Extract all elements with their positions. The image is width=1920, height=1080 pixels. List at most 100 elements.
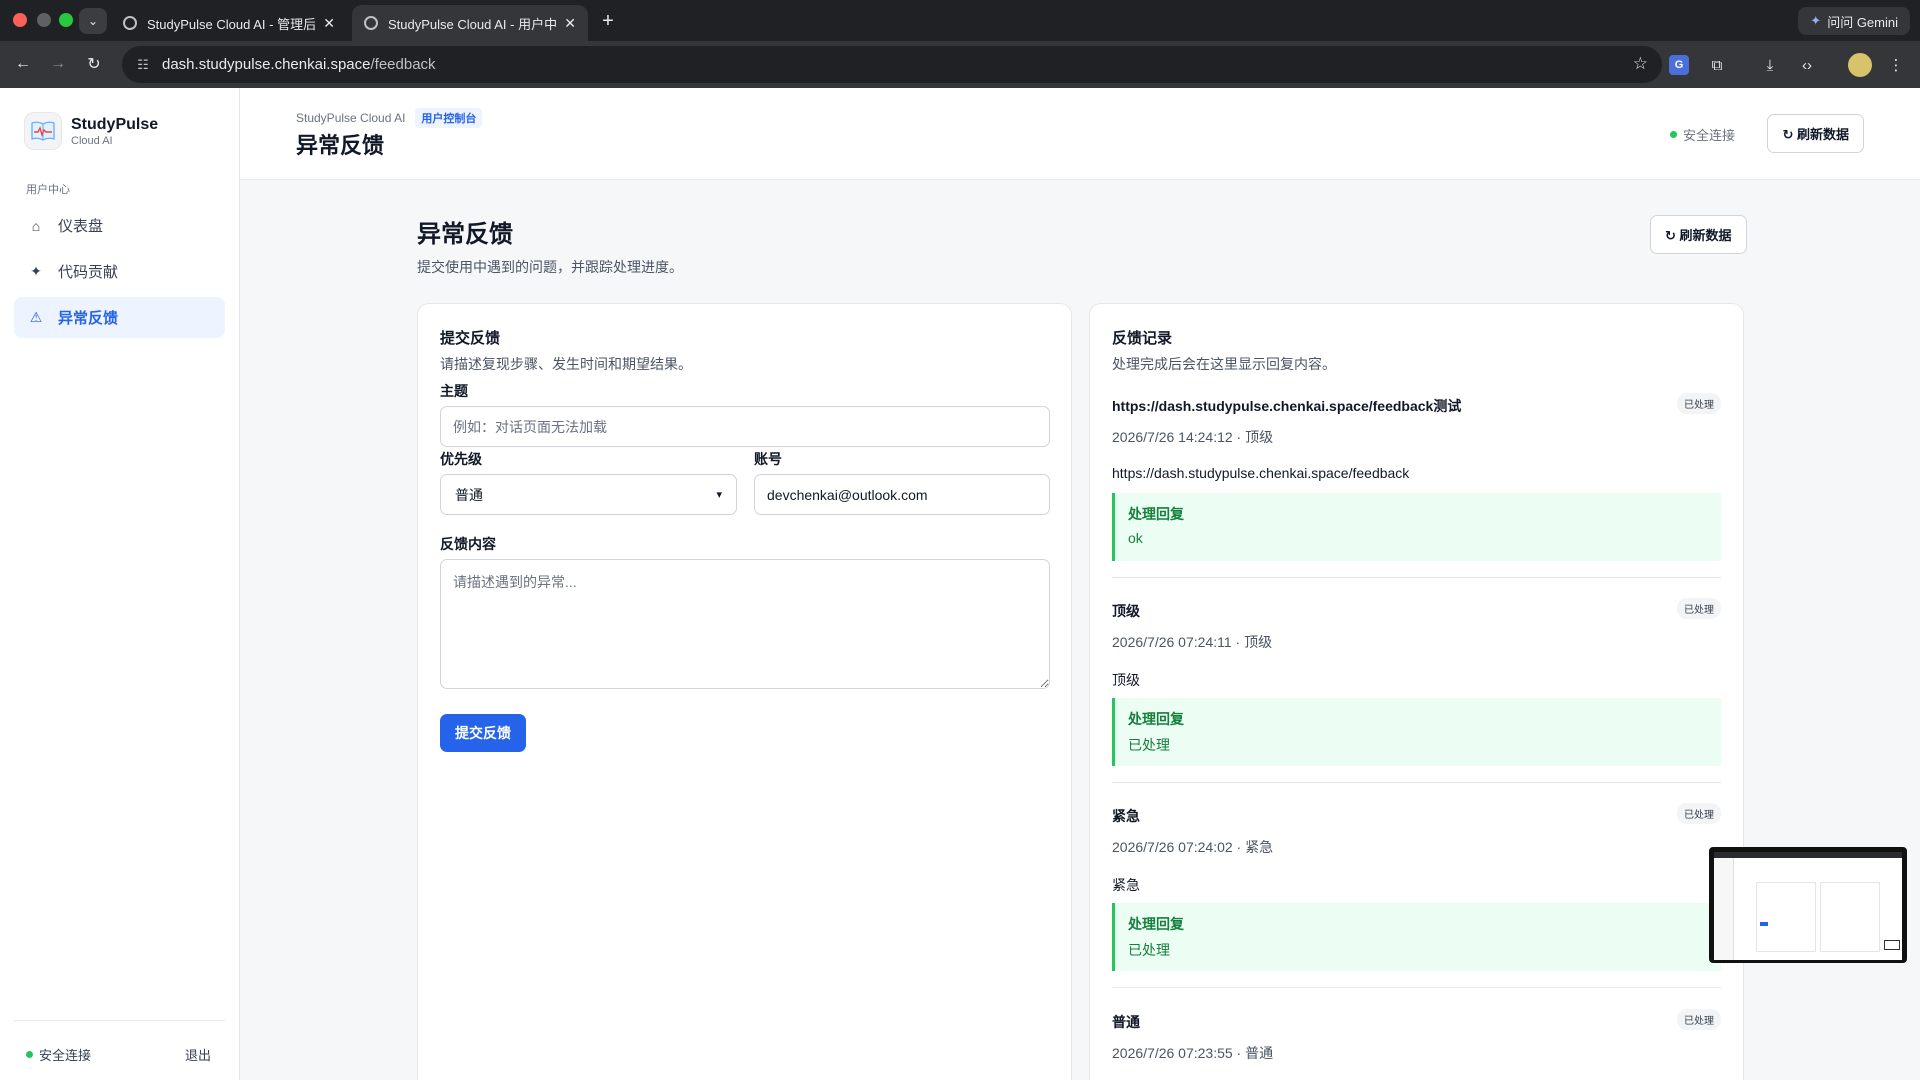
bookmark-star-icon[interactable]: ☆	[1633, 54, 1648, 74]
records-title: 反馈记录	[1112, 330, 1173, 347]
studypulse-logo-icon	[24, 112, 62, 150]
content-textarea[interactable]	[440, 559, 1050, 689]
sidebar-item-code-contribution[interactable]: ✦ 代码贡献	[14, 251, 225, 292]
status-dot-icon	[26, 1051, 33, 1058]
status-dot-icon	[1669, 131, 1677, 138]
console-badge: 用户控制台	[415, 108, 483, 128]
site-settings-icon[interactable]: ☷	[132, 57, 154, 73]
chevron-down-icon: ▾	[716, 489, 722, 501]
chevron-down-icon: ⌄	[87, 14, 99, 28]
close-icon[interactable]: ✕	[564, 15, 576, 32]
close-window-button[interactable]	[13, 13, 27, 27]
record-meta: 2026/7/26 07:23:55 · 普通	[1112, 1045, 1274, 1061]
globe-icon	[123, 16, 137, 30]
priority-label: 优先级	[440, 451, 482, 467]
reply-box: 处理回复 ok	[1112, 493, 1721, 561]
code-icon[interactable]: ‹›	[1795, 53, 1819, 77]
record-title: 紧急	[1112, 808, 1140, 824]
breadcrumb-app: StudyPulse Cloud AI	[296, 111, 406, 125]
section-title: 异常反馈	[417, 221, 513, 248]
sidebar-item-label: 仪表盘	[58, 218, 104, 235]
home-icon: ⌂	[31, 217, 41, 234]
divider	[1112, 987, 1721, 988]
extensions-icon[interactable]: ⧉	[1705, 53, 1729, 77]
profile-avatar[interactable]	[1848, 53, 1872, 77]
translate-icon[interactable]: G	[1669, 55, 1689, 75]
priority-select[interactable]: 普通 ▾	[440, 474, 737, 515]
feedback-record-item[interactable]: 普通 已处理 2026/7/26 07:23:55 · 普通	[1112, 1009, 1721, 1080]
account-input[interactable]	[754, 474, 1050, 515]
brand-subtitle: Cloud AI	[71, 134, 113, 147]
browser-tab-user[interactable]: StudyPulse Cloud AI - 用户中心 ✕	[352, 5, 588, 41]
reload-icon[interactable]: ↻	[81, 51, 107, 77]
sparkle-icon: ✦	[30, 263, 42, 279]
sidebar-footer: 安全连接 退出	[14, 1020, 225, 1080]
topbar-refresh-button[interactable]: ↻ 刷新数据	[1767, 114, 1864, 153]
reply-label: 处理回复	[1128, 506, 1184, 522]
feedback-records-card: 反馈记录 处理完成后会在这里显示回复内容。 https://dash.study…	[1089, 303, 1744, 1080]
brand[interactable]: StudyPulse Cloud AI	[24, 112, 158, 150]
content-label: 反馈内容	[440, 536, 496, 552]
feedback-record-item[interactable]: 紧急 已处理 2026/7/26 07:24:02 · 紧急 紧急 处理回复 已…	[1112, 803, 1721, 988]
submit-feedback-card: 提交反馈 请描述复现步骤、发生时间和期望结果。 主题 优先级 普通 ▾ 账号 反…	[417, 303, 1072, 1080]
app-root: StudyPulse Cloud AI 用户中心 ⌂ 仪表盘 ✦ 代码贡献 ⚠ …	[0, 88, 1920, 1080]
tab-title: StudyPulse Cloud AI - 管理后台	[147, 16, 316, 32]
subject-label: 主题	[440, 383, 468, 399]
forward-arrow-icon[interactable]: →	[45, 51, 71, 77]
browser-tab-bar: ⌄ StudyPulse Cloud AI - 管理后台 ✕ StudyPuls…	[0, 0, 1920, 41]
sidebar-item-feedback[interactable]: ⚠ 异常反馈	[14, 297, 225, 338]
breadcrumb: StudyPulse Cloud AI 用户控制台	[296, 108, 483, 128]
tab-search-button[interactable]: ⌄	[79, 8, 107, 34]
sidebar: StudyPulse Cloud AI 用户中心 ⌂ 仪表盘 ✦ 代码贡献 ⚠ …	[0, 88, 240, 1080]
status-badge: 已处理	[1677, 598, 1721, 619]
status-badge: 已处理	[1677, 393, 1721, 414]
refresh-button[interactable]: ↻ 刷新数据	[1650, 215, 1747, 254]
subject-input[interactable]	[440, 406, 1050, 447]
priority-value: 普通	[455, 486, 483, 503]
download-icon[interactable]: ⤓	[1758, 53, 1782, 77]
records-description: 处理完成后会在这里显示回复内容。	[1112, 356, 1336, 372]
record-body: https://dash.studypulse.chenkai.space/fe…	[1112, 465, 1410, 481]
feedback-record-item[interactable]: 顶级 已处理 2026/7/26 07:24:11 · 顶级 顶级 处理回复 已…	[1112, 598, 1721, 783]
more-menu-icon[interactable]: ⋮	[1884, 53, 1908, 77]
reply-label: 处理回复	[1128, 916, 1184, 932]
sidebar-item-label: 代码贡献	[58, 264, 119, 281]
feedback-record-item[interactable]: https://dash.studypulse.chenkai.space/fe…	[1112, 393, 1721, 578]
back-arrow-icon[interactable]: ←	[10, 51, 36, 77]
new-tab-button[interactable]: +	[594, 8, 622, 34]
record-meta: 2026/7/26 07:24:11 · 顶级	[1112, 634, 1273, 650]
reply-box: 处理回复 已处理	[1112, 903, 1721, 971]
globe-icon	[364, 16, 378, 30]
record-meta: 2026/7/26 14:24:12 · 顶级	[1112, 429, 1274, 445]
record-title: 顶级	[1112, 603, 1140, 619]
browser-tab-admin[interactable]: StudyPulse Cloud AI - 管理后台 ✕	[111, 5, 347, 41]
brand-name: StudyPulse	[71, 115, 159, 133]
sidebar-section-label: 用户中心	[26, 184, 70, 196]
record-title: 普通	[1112, 1014, 1140, 1030]
browser-toolbar: ← → ↻ ☷ dash.studypulse.chenkai.space/fe…	[0, 41, 1920, 88]
maximize-window-button[interactable]	[59, 13, 73, 27]
warning-icon: ⚠	[29, 309, 43, 325]
reply-text: 已处理	[1128, 737, 1170, 753]
url-text[interactable]: dash.studypulse.chenkai.space/feedback	[162, 56, 436, 73]
form-title: 提交反馈	[440, 330, 501, 347]
topbar-connection-status: 安全连接	[1669, 125, 1735, 144]
record-body: 顶级	[1112, 672, 1140, 688]
screen-thumbnail-preview[interactable]	[1709, 847, 1907, 963]
close-icon[interactable]: ✕	[323, 15, 335, 32]
divider	[1112, 782, 1721, 783]
reply-text: ok	[1128, 530, 1143, 546]
logout-button[interactable]: 退出	[185, 1045, 211, 1064]
sidebar-item-label: 异常反馈	[58, 310, 119, 327]
address-bar[interactable]: ☷ dash.studypulse.chenkai.space/feedback…	[122, 46, 1662, 83]
submit-feedback-button[interactable]: 提交反馈	[440, 714, 526, 752]
account-label: 账号	[754, 451, 782, 467]
divider	[1112, 577, 1721, 578]
sidebar-item-dashboard[interactable]: ⌂ 仪表盘	[14, 205, 225, 246]
record-meta: 2026/7/26 07:24:02 · 紧急	[1112, 839, 1274, 855]
page-title: 异常反馈	[296, 133, 385, 158]
minimize-window-button[interactable]	[37, 13, 51, 27]
gemini-label: 问问 Gemini	[1827, 14, 1898, 30]
record-body: 紧急	[1112, 877, 1140, 893]
gemini-button[interactable]: ✦ 问问 Gemini	[1798, 7, 1910, 35]
